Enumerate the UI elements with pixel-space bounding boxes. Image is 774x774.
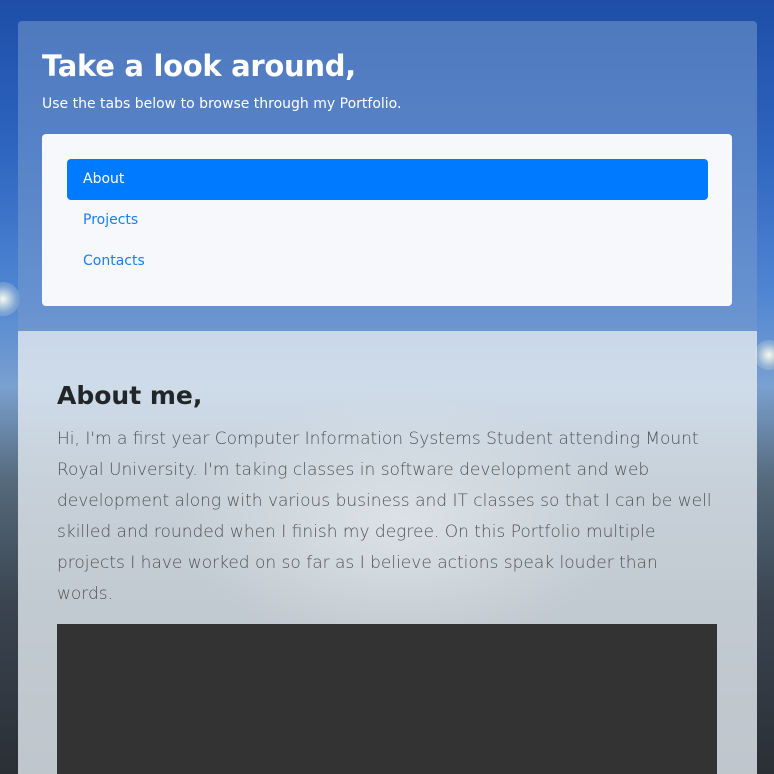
tab-projects[interactable]: Projects [67, 200, 708, 241]
page-title: Take a look around, [42, 49, 356, 83]
tab-about[interactable]: About [67, 159, 708, 200]
about-paragraph: Hi, I'm a first year Computer Informatio… [57, 429, 712, 604]
background-light [0, 282, 20, 316]
tab-contacts[interactable]: Contacts [67, 241, 708, 282]
about-panel: About me, Hi, I'm a first year Computer … [18, 331, 757, 774]
about-heading: About me, [57, 381, 203, 410]
background-light [754, 340, 774, 370]
page-subtitle: Use the tabs below to browse through my … [42, 96, 402, 112]
media-placeholder [57, 624, 717, 774]
intro-card: Take a look around, Use the tabs below t… [18, 21, 757, 331]
tab-list: About Projects Contacts [42, 134, 732, 306]
